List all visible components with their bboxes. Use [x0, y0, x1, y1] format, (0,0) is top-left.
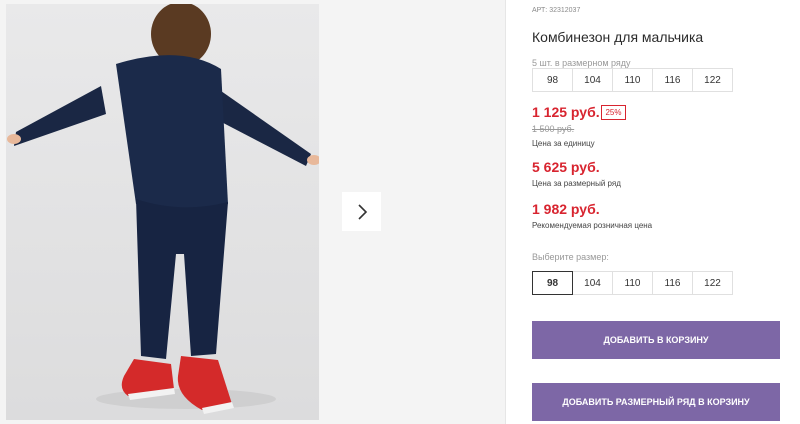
- pack-price-caption: Цена за размерный ряд: [532, 179, 621, 188]
- product-title: Комбинезон для мальчика: [532, 29, 704, 45]
- size-option-110[interactable]: 110: [612, 271, 653, 295]
- size-option-104[interactable]: 104: [572, 271, 613, 295]
- article-number: АРТ: 32312037: [532, 7, 581, 14]
- pack-size-cell: 116: [652, 68, 693, 92]
- size-selector: 98 104 110 116 122: [532, 271, 733, 295]
- retail-price: 1 982 руб.: [532, 201, 600, 217]
- pack-note: 5 шт. в размерном ряду: [532, 58, 631, 68]
- choose-size-label: Выберите размер:: [532, 252, 609, 262]
- pack-size-cell: 104: [572, 68, 613, 92]
- old-price: 1 500 руб.: [532, 124, 575, 134]
- size-option-98[interactable]: 98: [532, 271, 573, 295]
- add-pack-to-cart-button[interactable]: ДОБАВИТЬ РАЗМЕРНЫЙ РЯД В КОРЗИНУ: [532, 383, 780, 421]
- pack-size-row: 98 104 110 116 122: [532, 68, 733, 92]
- discount-badge: 25%: [601, 105, 626, 120]
- add-to-cart-button[interactable]: ДОБАВИТЬ В КОРЗИНУ: [532, 321, 780, 359]
- size-option-122[interactable]: 122: [692, 271, 733, 295]
- divider: [505, 0, 506, 424]
- pack-size-cell: 110: [612, 68, 653, 92]
- next-image-button[interactable]: [342, 192, 381, 231]
- pack-price: 5 625 руб.: [532, 159, 600, 175]
- unit-price-caption: Цена за единицу: [532, 139, 595, 148]
- pack-size-cell: 98: [532, 68, 573, 92]
- chevron-right-icon: [357, 203, 367, 220]
- size-option-116[interactable]: 116: [652, 271, 693, 295]
- retail-price-caption: Рекомендуемая розничная цена: [532, 221, 653, 230]
- boy-in-jumpsuit-image: [7, 4, 319, 414]
- pack-size-cell: 122: [692, 68, 733, 92]
- unit-price: 1 125 руб.: [532, 104, 600, 120]
- product-photo: [6, 4, 319, 420]
- product-gallery: [0, 0, 505, 424]
